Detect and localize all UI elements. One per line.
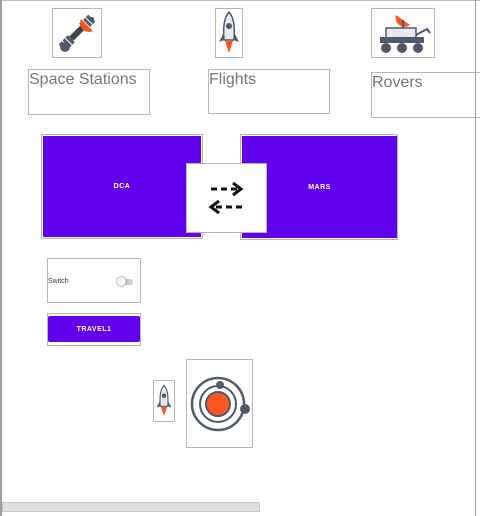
switch-toggle[interactable] — [116, 276, 136, 288]
flights-label: Flights — [209, 71, 257, 88]
window-left-edge — [0, 0, 2, 516]
flights-link[interactable]: Flights — [208, 69, 330, 114]
rover-icon[interactable] — [371, 8, 435, 58]
switch-label: Switch — [48, 278, 69, 285]
space-stations-label: Space Stations — [29, 71, 137, 88]
rocket-icon[interactable] — [215, 8, 243, 58]
travel-button[interactable]: TRAVEL1 — [48, 316, 140, 342]
travel-button-label: TRAVEL1 — [76, 325, 112, 333]
switch-container: Switch — [47, 258, 141, 303]
switch-thumb — [117, 277, 126, 286]
window-top-edge — [0, 0, 480, 1]
space-stations-link[interactable]: Space Stations — [28, 69, 150, 115]
swap-arrows-icon[interactable] — [186, 163, 267, 233]
rovers-label: Rovers — [372, 74, 423, 91]
rovers-link[interactable]: Rovers — [371, 72, 480, 118]
origin-label: DCA — [113, 183, 131, 190]
planet-orbit-icon — [186, 359, 253, 448]
small-rocket-icon — [153, 380, 175, 422]
horizontal-scrollbar[interactable] — [2, 502, 260, 512]
satellite-icon[interactable] — [52, 8, 102, 58]
destination-label: MARS — [308, 183, 331, 191]
origin-button[interactable]: DCA — [43, 136, 201, 237]
